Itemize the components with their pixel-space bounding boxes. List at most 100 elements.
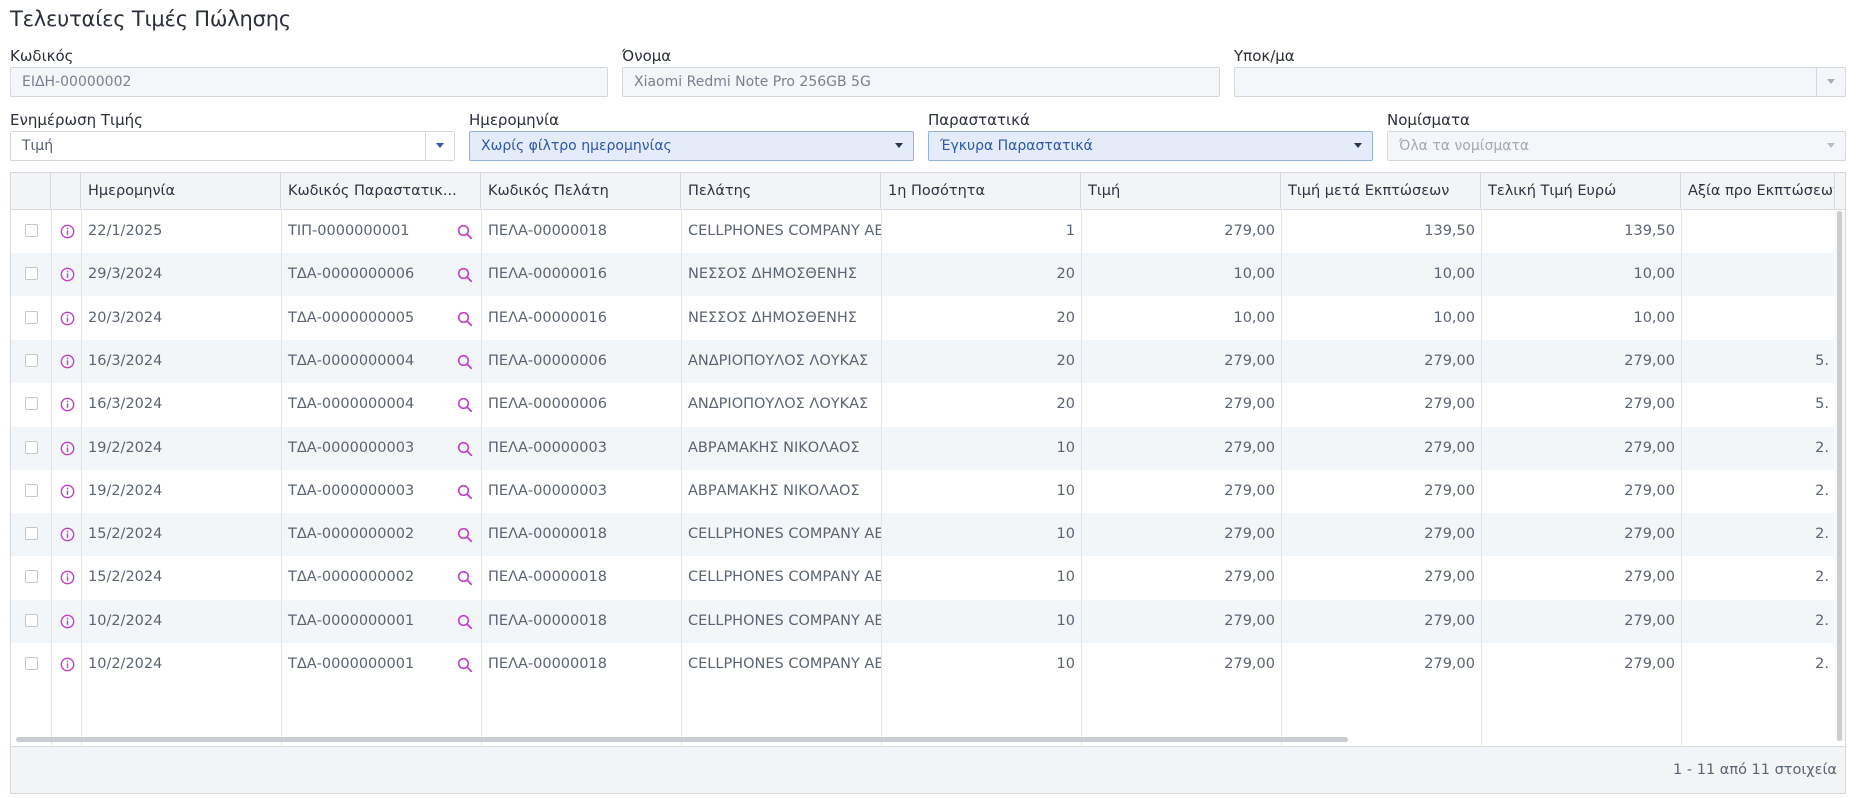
- table-row[interactable]: 29/3/2024 ΤΔΑ-0000000006 ΠΕΛΑ-00000016 ΝΕΣΣ…: [11, 253, 1834, 297]
- currencies-select[interactable]: Όλα τα νομίσματα: [1387, 131, 1846, 161]
- cell-price-after-discount: 279,00: [1424, 482, 1475, 499]
- search-icon[interactable]: [457, 527, 473, 543]
- row-select-checkbox[interactable]: [25, 613, 38, 627]
- column-header-price[interactable]: Τιμή: [1081, 173, 1281, 209]
- date-filter-select[interactable]: Χωρίς φίλτρο ημερομηνίας: [469, 131, 914, 161]
- cell-value-before-discount: [1681, 297, 1835, 340]
- cell-customer-code: ΠΕΛΑ-00000006: [488, 396, 607, 413]
- cell-customer: ΝΕΣΣΟΣ ΔΗΜΟΣΘΕΝΗΣ: [688, 266, 857, 283]
- documents-dropdown-button[interactable]: [1344, 132, 1372, 160]
- price-update-select[interactable]: Τιμή: [10, 131, 455, 161]
- sales-prices-grid: Ημερομηνία Κωδικός Παραστατικ... Κωδικός…: [10, 172, 1846, 794]
- row-select-checkbox[interactable]: [25, 527, 38, 541]
- cell-final-price-eur: 279,00: [1624, 612, 1675, 629]
- vertical-scrollbar-thumb[interactable]: [1837, 211, 1842, 741]
- row-select-checkbox[interactable]: [25, 570, 38, 584]
- info-circle-icon[interactable]: [60, 657, 75, 672]
- info-circle-icon[interactable]: [60, 397, 75, 412]
- info-column-header: [51, 173, 81, 209]
- table-row[interactable]: 16/3/2024 ΤΔΑ-0000000004 ΠΕΛΑ-00000006 ΑΝΔΡ…: [11, 383, 1834, 426]
- column-header-price-after-discount[interactable]: Τιμή μετά Εκπτώσεων: [1281, 173, 1481, 209]
- table-row[interactable]: 20/3/2024 ΤΔΑ-0000000005 ΠΕΛΑ-00000016 ΝΕΣΣ…: [11, 297, 1834, 340]
- table-row[interactable]: 22/1/2025 ΤΙΠ-0000000001 ΠΕΛΑ-00000018 CELL…: [11, 210, 1834, 253]
- search-icon[interactable]: [457, 441, 473, 457]
- column-header-date[interactable]: Ημερομηνία: [81, 173, 281, 209]
- cell-price: 279,00: [1224, 569, 1275, 586]
- branch-dropdown-button[interactable]: [1816, 68, 1845, 96]
- cell-final-price-eur: 279,00: [1624, 352, 1675, 369]
- column-header-document-code[interactable]: Κωδικός Παραστατικ...: [281, 173, 481, 209]
- currencies-dropdown-button[interactable]: [1817, 132, 1845, 160]
- column-header-value-before-discount[interactable]: Αξία προ Εκπτώσεων.: [1681, 173, 1835, 209]
- search-icon[interactable]: [457, 354, 473, 370]
- row-select-checkbox[interactable]: [25, 224, 38, 237]
- cell-date: 19/2/2024: [88, 439, 163, 456]
- cell-customer-code: ΠΕΛΑ-00000003: [488, 439, 607, 456]
- info-circle-icon[interactable]: [60, 441, 75, 456]
- info-circle-icon[interactable]: [60, 354, 75, 369]
- table-row[interactable]: 15/2/2024 ΤΔΑ-0000000002 ΠΕΛΑ-00000018 CELL…: [11, 556, 1834, 599]
- vertical-scrollbar[interactable]: [1835, 211, 1845, 741]
- page-title: Τελευταίες Τιμές Πώλησης: [10, 7, 291, 31]
- search-icon[interactable]: [457, 657, 473, 673]
- info-circle-icon[interactable]: [60, 614, 75, 629]
- cell-price-after-discount: 279,00: [1424, 612, 1475, 629]
- cell-customer-code: ΠΕΛΑ-00000018: [488, 223, 607, 239]
- table-row[interactable]: 19/2/2024 ΤΔΑ-0000000003 ΠΕΛΑ-00000003 ΑΒΡΑ…: [11, 426, 1834, 470]
- date-dropdown-button[interactable]: [885, 132, 913, 160]
- name-field[interactable]: Xiaomi Redmi Note Pro 256GB 5G: [622, 67, 1220, 97]
- cell-customer-code: ΠΕΛΑ-00000018: [488, 526, 607, 543]
- cell-document-code: ΤΔΑ-0000000004: [288, 396, 415, 413]
- search-icon[interactable]: [457, 614, 473, 630]
- info-circle-icon[interactable]: [60, 527, 75, 542]
- info-circle-icon[interactable]: [60, 267, 75, 282]
- search-icon[interactable]: [457, 484, 473, 500]
- info-circle-icon[interactable]: [60, 570, 75, 585]
- info-circle-icon[interactable]: [60, 224, 75, 239]
- column-header-customer[interactable]: Πελάτης: [681, 173, 881, 209]
- cell-document-code: ΤΔΑ-0000000001: [288, 656, 415, 672]
- column-header-final-price-eur[interactable]: Τελική Τιμή Ευρώ: [1481, 173, 1681, 209]
- cell-document-code: ΤΔΑ-0000000001: [288, 612, 415, 629]
- documents-filter-select[interactable]: Έγκυρα Παραστατικά: [928, 131, 1373, 161]
- column-header-customer-code[interactable]: Κωδικός Πελάτη: [481, 173, 681, 209]
- cell-price-after-discount: 279,00: [1424, 656, 1475, 672]
- info-circle-icon[interactable]: [60, 484, 75, 499]
- cell-document-code: ΤΔΑ-0000000002: [288, 526, 415, 543]
- row-select-checkbox[interactable]: [25, 267, 38, 281]
- code-field[interactable]: ΕΙΔΗ-00000002: [10, 67, 608, 97]
- date-label: Ημερομηνία: [469, 111, 560, 129]
- cell-first-quantity: 10: [1056, 482, 1075, 499]
- row-select-checkbox[interactable]: [25, 310, 38, 324]
- search-icon[interactable]: [457, 397, 473, 413]
- cell-price-after-discount: 10,00: [1433, 266, 1475, 283]
- cell-first-quantity: 10: [1056, 569, 1075, 586]
- cell-final-price-eur: 279,00: [1624, 526, 1675, 543]
- column-header-first-quantity[interactable]: 1η Ποσότητα: [881, 173, 1081, 209]
- row-select-checkbox[interactable]: [25, 483, 38, 497]
- grid-footer: 1 - 11 από 11 στοιχεία: [11, 746, 1845, 793]
- branch-select[interactable]: [1234, 67, 1846, 97]
- search-icon[interactable]: [457, 267, 473, 283]
- cell-price: 279,00: [1224, 439, 1275, 456]
- cell-document-code: ΤΔΑ-0000000003: [288, 439, 415, 456]
- row-select-checkbox[interactable]: [25, 440, 38, 454]
- cell-price-after-discount: 279,00: [1424, 396, 1475, 413]
- row-select-checkbox[interactable]: [25, 353, 38, 367]
- search-icon[interactable]: [457, 224, 473, 240]
- table-row[interactable]: 16/3/2024 ΤΔΑ-0000000004 ΠΕΛΑ-00000006 ΑΝΔΡ…: [11, 339, 1834, 383]
- cell-date: 16/3/2024: [88, 396, 163, 413]
- table-row[interactable]: 19/2/2024 ΤΔΑ-0000000003 ΠΕΛΑ-00000003 ΑΒΡΑ…: [11, 470, 1834, 513]
- row-select-checkbox[interactable]: [25, 657, 38, 670]
- cell-value-before-discount: 2.: [1815, 656, 1829, 672]
- table-row[interactable]: 15/2/2024 ΤΔΑ-0000000002 ΠΕΛΑ-00000018 CELL…: [11, 513, 1834, 557]
- table-row[interactable]: 10/2/2024 ΤΔΑ-0000000001 ΠΕΛΑ-00000018 CELL…: [11, 643, 1834, 686]
- row-select-checkbox[interactable]: [25, 397, 38, 411]
- info-circle-icon[interactable]: [60, 311, 75, 326]
- cell-final-price-eur: 279,00: [1624, 656, 1675, 672]
- table-row[interactable]: 10/2/2024 ΤΔΑ-0000000001 ΠΕΛΑ-00000018 CELL…: [11, 599, 1834, 643]
- search-icon[interactable]: [457, 311, 473, 327]
- search-icon[interactable]: [457, 570, 473, 586]
- price-update-dropdown-button[interactable]: [425, 132, 454, 160]
- horizontal-scrollbar-thumb[interactable]: [16, 737, 1348, 742]
